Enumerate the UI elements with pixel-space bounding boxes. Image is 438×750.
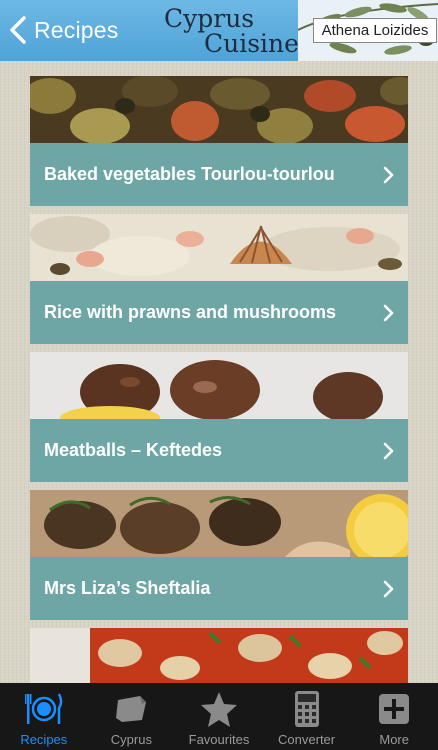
chevron-right-icon	[383, 304, 394, 322]
nav-header: Recipes Cyprus Cuisine Athena Loizides	[0, 0, 438, 61]
app-logo: Cyprus Cuisine	[160, 4, 299, 58]
back-button[interactable]: Recipes	[8, 12, 119, 48]
star-icon	[200, 692, 237, 727]
tab-cyprus[interactable]: Cyprus	[88, 683, 176, 750]
recipe-title: Baked vegetables Tourlou-tourlou	[44, 164, 335, 184]
back-label: Recipes	[34, 16, 119, 43]
tab-label: Cyprus	[110, 732, 152, 747]
recipe-card[interactable]: Baked vegetables Tourlou-tourlou	[30, 76, 408, 206]
tab-label: Converter	[278, 732, 336, 747]
chevron-right-icon	[383, 580, 394, 598]
recipe-title: Mrs Liza’s Sheftalia	[44, 578, 211, 598]
chevron-right-icon	[383, 166, 394, 184]
plate-cutlery-icon	[24, 693, 63, 724]
recipe-card[interactable]: Rice with prawns and mushrooms	[30, 214, 408, 344]
baked-vegetables-photo	[30, 76, 408, 143]
cyprus-map-icon	[116, 696, 147, 722]
rice-prawns-photo	[30, 214, 408, 281]
chevron-right-icon	[383, 442, 394, 460]
beans-stew-photo	[30, 628, 408, 683]
recipe-card[interactable]: Mrs Liza’s Sheftalia	[30, 490, 408, 620]
recipe-title: Meatballs – Keftedes	[44, 440, 223, 460]
recipe-card[interactable]	[30, 628, 408, 683]
tab-converter[interactable]: Converter	[263, 683, 351, 750]
author-label: Athena Loizides	[313, 18, 437, 43]
recipe-title: Rice with prawns and mushrooms	[44, 302, 337, 322]
recipe-row-button[interactable]: Meatballs – Keftedes	[30, 419, 408, 482]
tab-more[interactable]: More	[350, 683, 438, 750]
tab-label: More	[379, 732, 409, 747]
recipe-row-button[interactable]: Mrs Liza’s Sheftalia	[30, 557, 408, 620]
meatballs-photo	[30, 352, 408, 419]
tab-label: Recipes	[20, 732, 68, 747]
logo-line2: Cuisine	[204, 29, 299, 58]
tab-bar: Recipes Cyprus Favourites Converter More	[0, 683, 438, 750]
recipe-row-button[interactable]: Rice with prawns and mushrooms	[30, 281, 408, 344]
recipe-card[interactable]: Meatballs – Keftedes	[30, 352, 408, 482]
calculator-icon	[294, 691, 319, 727]
tab-label: Favourites	[188, 732, 250, 747]
chevron-left-icon	[10, 16, 26, 44]
plus-icon	[379, 694, 410, 724]
sheftalia-photo	[30, 490, 408, 557]
tab-recipes[interactable]: Recipes	[0, 683, 88, 750]
recipe-row-button[interactable]: Baked vegetables Tourlou-tourlou	[30, 143, 408, 206]
tab-favourites[interactable]: Favourites	[175, 683, 263, 750]
